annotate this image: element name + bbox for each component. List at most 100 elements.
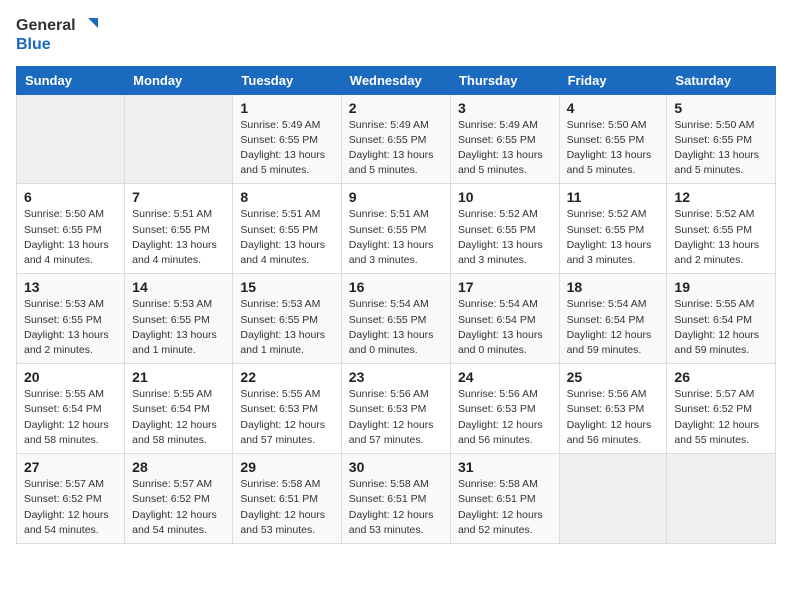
calendar-cell: 31 Sunrise: 5:58 AM Sunset: 6:51 PM Dayli… — [450, 454, 559, 544]
weekday-header-friday: Friday — [559, 66, 667, 94]
calendar-cell: 1 Sunrise: 5:49 AM Sunset: 6:55 PM Daylig… — [233, 94, 341, 184]
calendar-week-5: 27Sunrise: 5:57 AM Sunset: 6:52 PM Dayli… — [17, 454, 776, 544]
day-info: Sunrise: 5:49 AM Sunset: 6:55 PM Dayligh… — [458, 118, 552, 179]
day-number: 29 — [240, 459, 333, 475]
day-number: 17 — [458, 279, 552, 295]
calendar-cell: 18Sunrise: 5:54 AM Sunset: 6:54 PM Dayli… — [559, 274, 667, 364]
day-number: 16 — [349, 279, 443, 295]
calendar-cell: 8Sunrise: 5:51 AM Sunset: 6:55 PM Daylig… — [233, 184, 341, 274]
calendar-cell: 3 Sunrise: 5:49 AM Sunset: 6:55 PM Daylig… — [450, 94, 559, 184]
day-info: Sunrise: 5:54 AM Sunset: 6:55 PM Dayligh… — [349, 297, 443, 358]
day-number: 26 — [674, 369, 768, 385]
day-info: Sunrise: 5:58 AM Sunset: 6:51 PM Dayligh… — [240, 477, 333, 538]
day-number: 14 — [132, 279, 225, 295]
day-info: Sunrise: 5:56 AM Sunset: 6:53 PM Dayligh… — [567, 387, 660, 448]
calendar-cell: 30Sunrise: 5:58 AM Sunset: 6:51 PM Dayli… — [341, 454, 450, 544]
day-info: Sunrise: 5:58 AM Sunset: 6:51 PM Dayligh… — [458, 477, 552, 538]
day-info: Sunrise: 5:55 AM Sunset: 6:53 PM Dayligh… — [240, 387, 333, 448]
calendar-week-3: 13 Sunrise: 5:53 AM Sunset: 6:55 PM Dayli… — [17, 274, 776, 364]
day-number: 4 — [567, 100, 660, 116]
calendar-cell: 21 Sunrise: 5:55 AM Sunset: 6:54 PM Dayli… — [125, 364, 233, 454]
day-info: Sunrise: 5:55 AM Sunset: 6:54 PM Dayligh… — [132, 387, 225, 448]
day-info: Sunrise: 5:53 AM Sunset: 6:55 PM Dayligh… — [240, 297, 333, 358]
calendar-cell — [559, 454, 667, 544]
day-info: Sunrise: 5:57 AM Sunset: 6:52 PM Dayligh… — [24, 477, 117, 538]
calendar-cell: 29 Sunrise: 5:58 AM Sunset: 6:51 PM Dayli… — [233, 454, 341, 544]
day-number: 1 — [240, 100, 333, 116]
day-number: 6 — [24, 189, 117, 205]
logo-general: General — [16, 17, 76, 35]
day-number: 2 — [349, 100, 443, 116]
day-number: 8 — [240, 189, 333, 205]
day-info: Sunrise: 5:52 AM Sunset: 6:55 PM Dayligh… — [674, 207, 768, 268]
day-number: 7 — [132, 189, 225, 205]
day-info: Sunrise: 5:49 AM Sunset: 6:55 PM Dayligh… — [349, 118, 443, 179]
page-header: General Blue — [16, 16, 776, 54]
day-number: 22 — [240, 369, 333, 385]
calendar-week-1: 1 Sunrise: 5:49 AM Sunset: 6:55 PM Daylig… — [17, 94, 776, 184]
day-info: Sunrise: 5:49 AM Sunset: 6:55 PM Dayligh… — [240, 118, 333, 179]
calendar-week-2: 6Sunrise: 5:50 AM Sunset: 6:55 PM Daylig… — [17, 184, 776, 274]
day-number: 31 — [458, 459, 552, 475]
day-number: 9 — [349, 189, 443, 205]
day-number: 3 — [458, 100, 552, 116]
day-info: Sunrise: 5:57 AM Sunset: 6:52 PM Dayligh… — [132, 477, 225, 538]
day-number: 28 — [132, 459, 225, 475]
logo-arrow-icon — [78, 16, 98, 36]
day-number: 20 — [24, 369, 117, 385]
calendar-cell: 23Sunrise: 5:56 AM Sunset: 6:53 PM Dayli… — [341, 364, 450, 454]
calendar-cell: 13 Sunrise: 5:53 AM Sunset: 6:55 PM Dayli… — [17, 274, 125, 364]
weekday-header-row: SundayMondayTuesdayWednesdayThursdayFrid… — [17, 66, 776, 94]
weekday-header-thursday: Thursday — [450, 66, 559, 94]
calendar-cell: 4 Sunrise: 5:50 AM Sunset: 6:55 PM Daylig… — [559, 94, 667, 184]
weekday-header-saturday: Saturday — [667, 66, 776, 94]
day-info: Sunrise: 5:51 AM Sunset: 6:55 PM Dayligh… — [132, 207, 225, 268]
calendar-cell: 27Sunrise: 5:57 AM Sunset: 6:52 PM Dayli… — [17, 454, 125, 544]
day-info: Sunrise: 5:50 AM Sunset: 6:55 PM Dayligh… — [567, 118, 660, 179]
calendar-table: SundayMondayTuesdayWednesdayThursdayFrid… — [16, 66, 776, 544]
calendar-cell: 6Sunrise: 5:50 AM Sunset: 6:55 PM Daylig… — [17, 184, 125, 274]
calendar-cell — [125, 94, 233, 184]
calendar-cell: 19 Sunrise: 5:55 AM Sunset: 6:54 PM Dayli… — [667, 274, 776, 364]
logo: General Blue — [16, 16, 98, 54]
day-info: Sunrise: 5:55 AM Sunset: 6:54 PM Dayligh… — [24, 387, 117, 448]
day-number: 24 — [458, 369, 552, 385]
day-info: Sunrise: 5:54 AM Sunset: 6:54 PM Dayligh… — [567, 297, 660, 358]
calendar-cell: 25 Sunrise: 5:56 AM Sunset: 6:53 PM Dayli… — [559, 364, 667, 454]
calendar-cell: 5Sunrise: 5:50 AM Sunset: 6:55 PM Daylig… — [667, 94, 776, 184]
calendar-cell: 12 Sunrise: 5:52 AM Sunset: 6:55 PM Dayli… — [667, 184, 776, 274]
day-info: Sunrise: 5:58 AM Sunset: 6:51 PM Dayligh… — [349, 477, 443, 538]
calendar-cell: 11Sunrise: 5:52 AM Sunset: 6:55 PM Dayli… — [559, 184, 667, 274]
weekday-header-tuesday: Tuesday — [233, 66, 341, 94]
day-number: 25 — [567, 369, 660, 385]
calendar-cell: 14Sunrise: 5:53 AM Sunset: 6:55 PM Dayli… — [125, 274, 233, 364]
calendar-cell: 16 Sunrise: 5:54 AM Sunset: 6:55 PM Dayli… — [341, 274, 450, 364]
day-info: Sunrise: 5:56 AM Sunset: 6:53 PM Dayligh… — [349, 387, 443, 448]
day-number: 13 — [24, 279, 117, 295]
day-info: Sunrise: 5:51 AM Sunset: 6:55 PM Dayligh… — [349, 207, 443, 268]
calendar-cell: 26 Sunrise: 5:57 AM Sunset: 6:52 PM Dayli… — [667, 364, 776, 454]
day-info: Sunrise: 5:50 AM Sunset: 6:55 PM Dayligh… — [674, 118, 768, 179]
calendar-cell: 9 Sunrise: 5:51 AM Sunset: 6:55 PM Daylig… — [341, 184, 450, 274]
calendar-cell: 24 Sunrise: 5:56 AM Sunset: 6:53 PM Dayli… — [450, 364, 559, 454]
calendar-cell: 7 Sunrise: 5:51 AM Sunset: 6:55 PM Daylig… — [125, 184, 233, 274]
calendar-cell: 22 Sunrise: 5:55 AM Sunset: 6:53 PM Dayli… — [233, 364, 341, 454]
day-info: Sunrise: 5:57 AM Sunset: 6:52 PM Dayligh… — [674, 387, 768, 448]
logo-blue: Blue — [16, 36, 98, 54]
day-number: 11 — [567, 189, 660, 205]
calendar-cell: 15 Sunrise: 5:53 AM Sunset: 6:55 PM Dayli… — [233, 274, 341, 364]
day-number: 21 — [132, 369, 225, 385]
day-info: Sunrise: 5:56 AM Sunset: 6:53 PM Dayligh… — [458, 387, 552, 448]
day-number: 15 — [240, 279, 333, 295]
calendar-cell: 17Sunrise: 5:54 AM Sunset: 6:54 PM Dayli… — [450, 274, 559, 364]
weekday-header-monday: Monday — [125, 66, 233, 94]
day-info: Sunrise: 5:53 AM Sunset: 6:55 PM Dayligh… — [24, 297, 117, 358]
day-number: 10 — [458, 189, 552, 205]
weekday-header-wednesday: Wednesday — [341, 66, 450, 94]
calendar-cell: 20 Sunrise: 5:55 AM Sunset: 6:54 PM Dayli… — [17, 364, 125, 454]
calendar-week-4: 20 Sunrise: 5:55 AM Sunset: 6:54 PM Dayli… — [17, 364, 776, 454]
day-info: Sunrise: 5:55 AM Sunset: 6:54 PM Dayligh… — [674, 297, 768, 358]
day-number: 12 — [674, 189, 768, 205]
calendar-cell: 28 Sunrise: 5:57 AM Sunset: 6:52 PM Dayli… — [125, 454, 233, 544]
day-number: 19 — [674, 279, 768, 295]
